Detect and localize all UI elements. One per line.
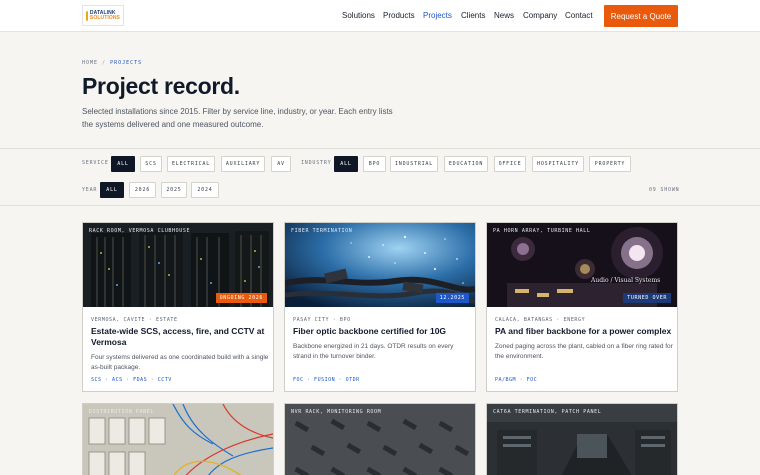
nav-company[interactable]: Company [523,11,557,20]
page-title: Project record. [82,73,240,99]
project-meta: VERMOSA, CAVITE · ESTATE [91,317,178,323]
nav-solutions[interactable]: Solutions [342,11,375,20]
breadcrumb: HOME / PROJECTS [82,60,142,66]
project-description: Four systems delivered as one coordinate… [91,354,269,371]
project-tags: PA/BGM · FOC [495,377,538,383]
year-filter-label: YEAR [82,187,98,193]
breadcrumb-current: PROJECTS [110,60,143,66]
project-title[interactable]: Fiber optic backbone certified for 10G [293,326,471,337]
project-card[interactable]: PA HORN ARRAY, TURBINE HALL Audio / Visu… [486,222,678,392]
filter-bar: SERVICE ALL SCS ELECTRICAL AUXILIARY AV … [0,148,760,206]
service-chip-all[interactable]: ALL [111,156,135,172]
year-chip-2026[interactable]: 2026 [129,182,156,198]
nav-contact[interactable]: Contact [565,11,593,20]
breadcrumb-home[interactable]: HOME [82,60,98,66]
project-photo: NVR RACK, MONITORING ROOM [285,404,475,475]
results-count: 09 SHOWN [649,187,680,193]
page-intro: Selected installations since 2015. Filte… [82,107,393,129]
project-photo: FIBER TERMINATION 12.2025 [285,223,475,307]
site-header: DATALINK SOLUTIONS Solutions Products Pr… [0,0,760,32]
project-title[interactable]: Estate-wide SCS, access, fire, and CCTV … [91,326,269,348]
photo-caption: PA HORN ARRAY, TURBINE HALL [493,228,591,234]
status-badge: 12.2025 [435,293,469,303]
nav-products[interactable]: Products [383,11,415,20]
service-chip-electrical[interactable]: ELECTRICAL [167,156,215,172]
project-card[interactable]: RACK ROOM, VERMOSA CLUBHOUSE ONGOING 202… [82,222,274,392]
project-description: Zoned paging across the plant, cabled on… [495,343,673,360]
project-meta: CALACA, BATANGAS · ENERGY [495,317,586,323]
project-photo: CAT6A TERMINATION, PATCH PANEL [487,404,677,475]
nav-clients[interactable]: Clients [461,11,485,20]
photo-caption: CAT6A TERMINATION, PATCH PANEL [493,409,602,415]
photo-caption: RACK ROOM, VERMOSA CLUBHOUSE [89,228,191,234]
project-photo: DISTRIBUTION PANEL [83,404,273,475]
service-chip-av[interactable]: AV [271,156,291,172]
year-chip-2025[interactable]: 2025 [161,182,187,198]
nav-news[interactable]: News [494,11,514,20]
project-description: Backbone energized in 21 days. OTDR resu… [293,343,454,360]
industry-chip-industrial[interactable]: INDUSTRIAL [390,156,438,172]
breadcrumb-separator: / [102,60,107,66]
nav-projects[interactable]: Projects [423,11,452,20]
service-chip-scs[interactable]: SCS [140,156,162,172]
project-title[interactable]: PA and fiber backbone for a power comple… [495,326,673,337]
project-photo: PA HORN ARRAY, TURBINE HALL Audio / Visu… [487,223,677,307]
industry-chip-office[interactable]: OFFICE [494,156,526,172]
industry-chip-bpo[interactable]: BPO [363,156,386,172]
request-quote-button[interactable]: Request a Quote [604,5,678,27]
project-card[interactable]: CAT6A TERMINATION, PATCH PANEL [486,403,678,475]
photo-overlay-text: Audio / Visual Systems [591,277,661,284]
service-filter-label: SERVICE [82,160,109,166]
industry-chip-education[interactable]: EDUCATION [444,156,488,172]
project-tags: FOC · FUSION · OTDR [293,377,360,383]
photo-caption: FIBER TERMINATION [291,228,353,234]
year-chip-2024[interactable]: 2024 [191,182,219,198]
industry-filter-label: INDUSTRY [301,160,332,166]
project-card[interactable]: DISTRIBUTION PANEL [82,403,274,475]
industry-chip-hospitality[interactable]: HOSPITALITY [532,156,584,172]
project-tags: SCS · ACS · FDAS · CCTV [91,377,172,383]
year-chip-all[interactable]: ALL [100,182,124,198]
status-badge: TURNED OVER [623,293,671,303]
industry-chip-all[interactable]: ALL [334,156,358,172]
industry-chip-property[interactable]: PROPERTY [589,156,631,172]
project-card[interactable]: FIBER TERMINATION 12.2025 PASAY CITY · B… [284,222,476,392]
project-photo: RACK ROOM, VERMOSA CLUBHOUSE ONGOING 202… [83,223,273,307]
project-card[interactable]: NVR RACK, MONITORING ROOM [284,403,476,475]
service-chip-auxiliary[interactable]: AUXILIARY [221,156,265,172]
photo-caption: NVR RACK, MONITORING ROOM [291,409,382,415]
status-badge: ONGOING 2026 [215,293,267,303]
project-meta: PASAY CITY · BPO [293,317,351,323]
photo-caption: DISTRIBUTION PANEL [89,409,154,415]
